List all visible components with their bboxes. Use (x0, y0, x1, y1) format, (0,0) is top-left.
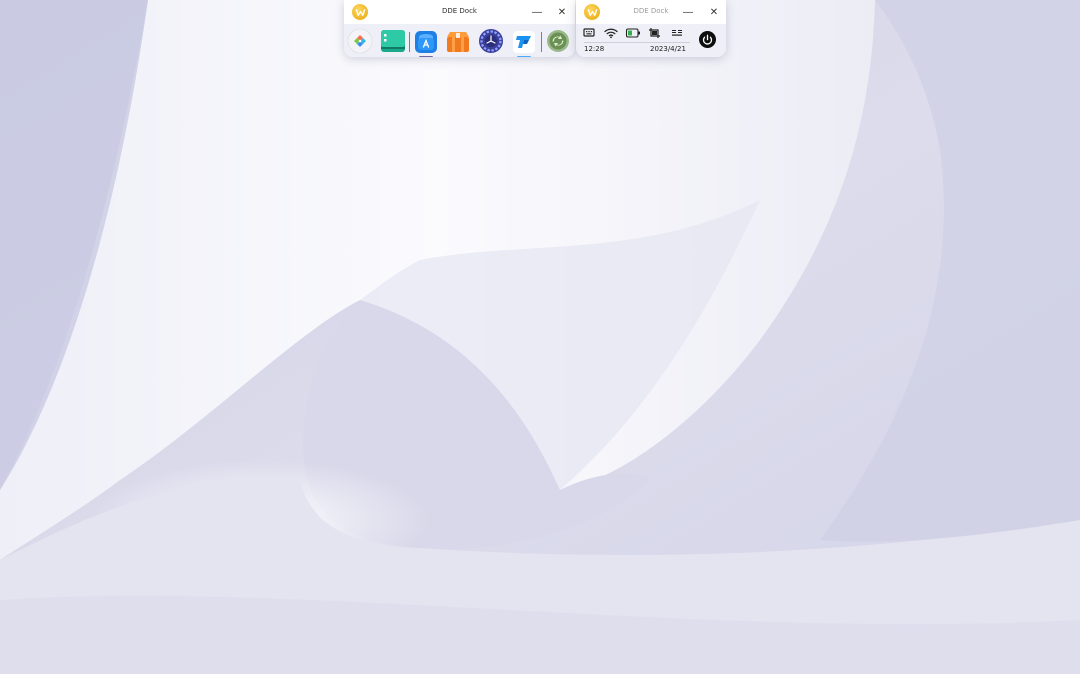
active-indicator (517, 56, 531, 57)
input-method-icon[interactable] (669, 26, 685, 40)
minimize-button[interactable]: — (680, 4, 696, 20)
close-button[interactable]: ✕ (706, 4, 722, 20)
battery-icon[interactable] (625, 26, 641, 40)
active-indicator (419, 56, 433, 57)
dock-tray-window: DDE Dock — ✕ 12:28 2023/4/21 (576, 0, 726, 57)
power-button[interactable] (699, 31, 716, 48)
dock-separator (409, 32, 410, 52)
minimize-button[interactable]: — (529, 4, 545, 20)
screenshot-icon[interactable] (647, 26, 663, 40)
window-title: DDE Dock (633, 7, 669, 15)
package-icon[interactable] (445, 28, 471, 54)
clock-time[interactable]: 12:28 (584, 45, 604, 53)
desktop: DDE Dock — ✕ DDE Dock — ✕ 12:28 2023/4/2… (0, 0, 1080, 674)
trash-icon[interactable] (545, 28, 571, 54)
close-button[interactable]: ✕ (554, 4, 570, 20)
terminal-icon[interactable] (380, 28, 406, 54)
dock-separator (541, 32, 542, 52)
clock-date[interactable]: 2023/4/21 (650, 45, 686, 53)
window-titlebar[interactable]: DDE Dock — ✕ (576, 0, 726, 24)
app-store-icon[interactable] (413, 28, 439, 57)
control-center-icon[interactable] (478, 28, 504, 54)
wifi-icon[interactable] (603, 26, 619, 40)
power-icon (702, 34, 713, 45)
dock-app-bar (344, 24, 575, 57)
launcher-icon[interactable] (347, 28, 373, 54)
system-tray: 12:28 2023/4/21 (576, 24, 726, 57)
wallpaper (0, 0, 1080, 674)
dock-apps-window: DDE Dock — ✕ (344, 0, 575, 57)
browser-icon[interactable] (511, 28, 537, 57)
keyboard-icon[interactable] (581, 26, 597, 40)
window-titlebar[interactable]: DDE Dock — ✕ (344, 0, 575, 24)
tray-divider (584, 42, 690, 43)
